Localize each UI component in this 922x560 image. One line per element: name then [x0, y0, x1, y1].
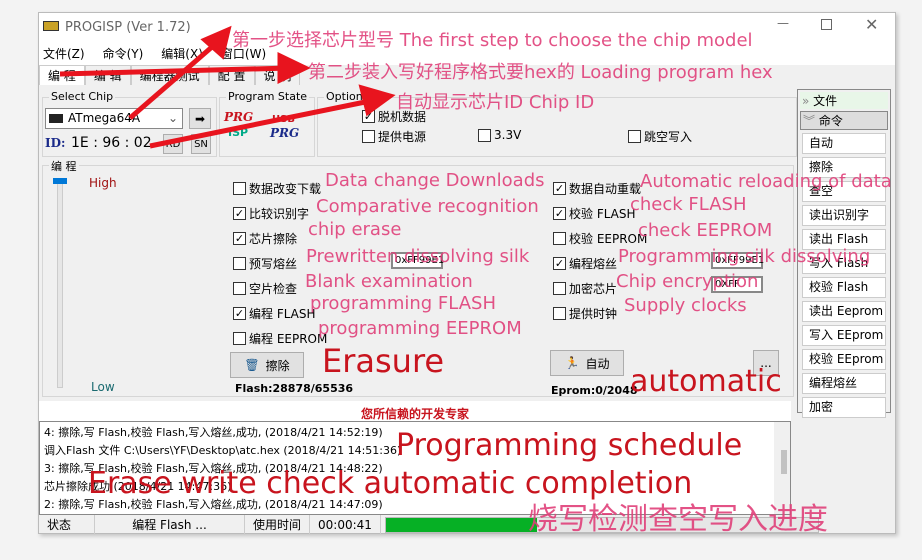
annotation: check EEPROM: [638, 220, 773, 241]
annotation: Automatic reloading of data: [640, 171, 892, 192]
annotation: Blank examination: [305, 271, 473, 292]
annotation: Supply clocks: [624, 295, 747, 316]
annotation: Data change Downloads: [325, 170, 545, 191]
annotation-erasure: Erasure: [322, 342, 445, 380]
arrow-step2: [59, 65, 291, 77]
arrowhead-icon: [277, 52, 311, 84]
annotation: Chip encryption: [616, 271, 759, 292]
arrow-step1: [128, 38, 222, 120]
annotation: Comparative recognition: [316, 196, 539, 217]
annotation-chipid: 自动显示芯片ID Chip ID: [396, 92, 595, 113]
arrow-chipid: [149, 97, 376, 149]
annotation: Programming silk dissolving: [618, 246, 871, 267]
annotation-schedule: Programming schedule: [396, 428, 743, 463]
annotation-automatic: automatic: [630, 364, 782, 399]
annotation: chip erase: [308, 219, 402, 240]
annotation-step1: 第一步选择芯片型号 The first step to choose the c…: [232, 30, 753, 51]
annotation: Prewritten dissolving silk: [306, 246, 530, 267]
annotation-step2: 第二步装入写好程序格式要hex的 Loading program hex: [308, 62, 773, 83]
annotation: check FLASH: [630, 194, 747, 215]
annotation: programming FLASH: [310, 293, 496, 314]
arrowhead-icon: [358, 84, 396, 117]
annotation-progress: 烧写检测查空写入进度: [528, 502, 828, 537]
annotation: programming EEPROM: [318, 318, 522, 339]
